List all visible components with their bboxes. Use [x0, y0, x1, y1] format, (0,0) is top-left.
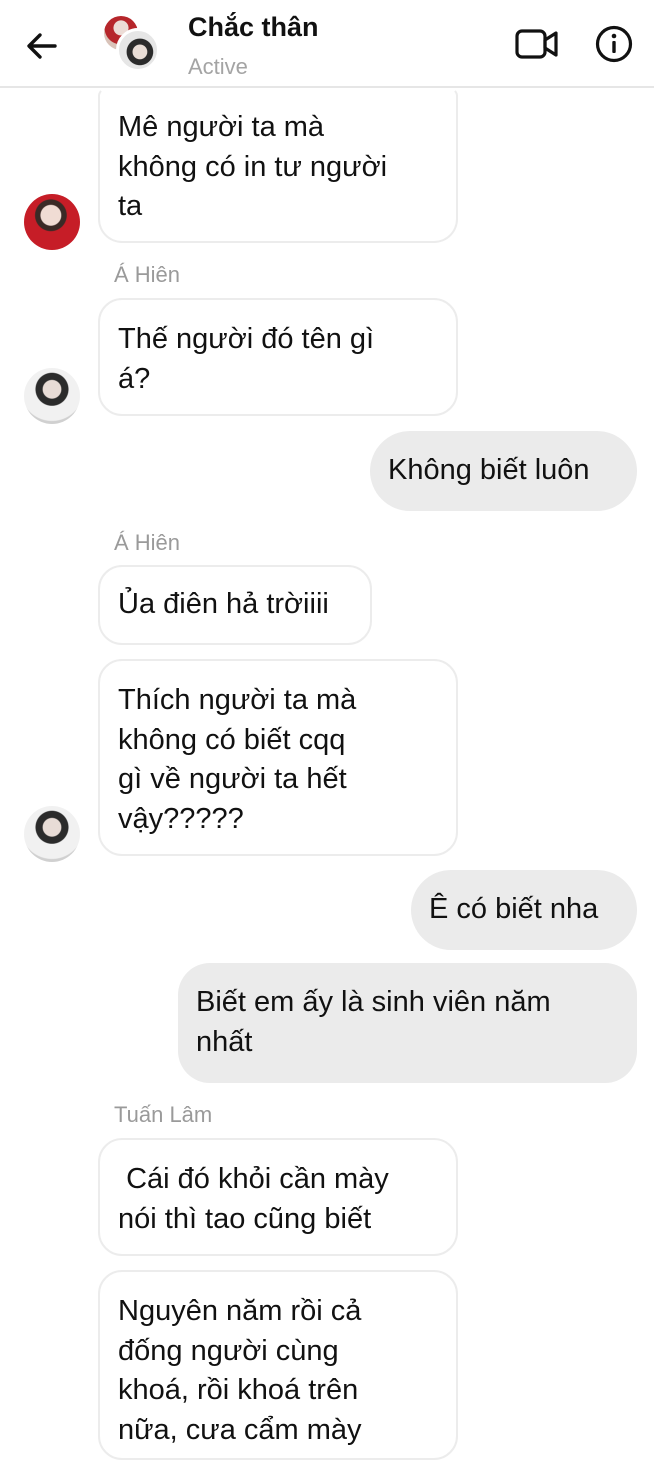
sender-avatar[interactable]: [24, 194, 80, 250]
back-button[interactable]: [22, 26, 62, 66]
outgoing-message-bubble[interactable]: Biết em ấy là sinh viên năm nhất: [178, 963, 637, 1083]
group-avatar[interactable]: [104, 16, 160, 72]
sender-name: Tuấn Lâm: [114, 1102, 213, 1127]
video-camera-icon: [515, 29, 558, 59]
incoming-message-bubble[interactable]: Mê người ta mà không có in tư người ta: [98, 88, 458, 243]
incoming-message-bubble[interactable]: Nguyên năm rồi cả đống người cùng khoá, …: [98, 1270, 458, 1460]
video-call-button[interactable]: [514, 24, 560, 64]
incoming-message-bubble[interactable]: Ủa điên hả trờiiii: [98, 565, 372, 645]
incoming-message-bubble[interactable]: Thích người ta mà không có biết cqq gì v…: [98, 659, 458, 856]
sender-avatar[interactable]: [24, 368, 80, 424]
member-avatar-front: [116, 28, 160, 72]
sender-avatar[interactable]: [24, 806, 80, 862]
info-icon: [595, 25, 633, 63]
incoming-message-bubble[interactable]: Thế người đó tên gì á?: [98, 298, 458, 416]
outgoing-message-bubble[interactable]: Không biết luôn: [370, 431, 637, 511]
info-button[interactable]: [594, 24, 634, 64]
active-status: Active: [188, 54, 248, 79]
outgoing-message-bubble[interactable]: Ê có biết nha: [411, 870, 637, 950]
message-list[interactable]: Mê người ta mà không có in tư người ta Á…: [0, 88, 654, 1468]
chat-header: Chắc thân Active: [0, 0, 654, 88]
chat-title[interactable]: Chắc thân: [188, 12, 319, 43]
sender-name: Á Hiên: [114, 530, 181, 555]
incoming-message-bubble[interactable]: Cái đó khỏi cần mày nói thì tao cũng biế…: [98, 1138, 458, 1256]
arrow-left-icon: [27, 33, 57, 59]
sender-name: Á Hiên: [114, 262, 181, 287]
